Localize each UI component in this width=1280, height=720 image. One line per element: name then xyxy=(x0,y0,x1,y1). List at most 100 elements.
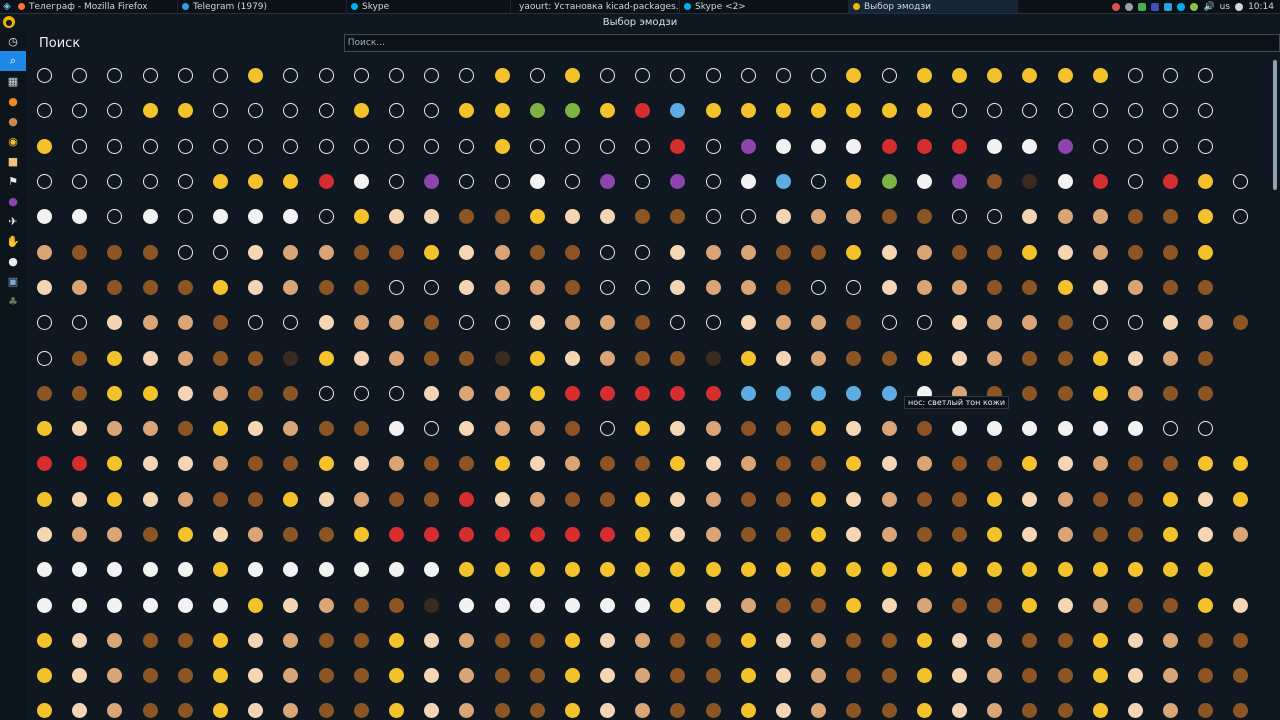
emoji-button[interactable] xyxy=(696,199,731,234)
emoji-button[interactable] xyxy=(1188,234,1223,269)
emoji-button[interactable] xyxy=(1047,587,1082,622)
emoji-button[interactable] xyxy=(836,446,871,481)
emoji-button[interactable] xyxy=(555,376,590,411)
emoji-button[interactable] xyxy=(942,93,977,128)
emoji-button[interactable] xyxy=(872,587,907,622)
emoji-button[interactable] xyxy=(379,234,414,269)
emoji-button[interactable] xyxy=(309,340,344,375)
emoji-button[interactable] xyxy=(1223,482,1258,517)
emoji-button[interactable] xyxy=(872,93,907,128)
emoji-button[interactable] xyxy=(1047,340,1082,375)
telegram-tray-icon[interactable] xyxy=(1164,2,1173,11)
emoji-button[interactable] xyxy=(836,270,871,305)
emoji-button[interactable] xyxy=(696,93,731,128)
emoji-button[interactable] xyxy=(590,234,625,269)
emoji-button[interactable] xyxy=(203,164,238,199)
emoji-button[interactable] xyxy=(1083,517,1118,552)
emoji-button[interactable] xyxy=(660,658,695,693)
emoji-button[interactable] xyxy=(660,129,695,164)
emoji-button[interactable] xyxy=(1188,199,1223,234)
emoji-button[interactable] xyxy=(27,623,62,658)
emoji-button[interactable] xyxy=(731,482,766,517)
emoji-button[interactable] xyxy=(414,58,449,93)
emoji-button[interactable] xyxy=(1047,693,1082,720)
emoji-button[interactable] xyxy=(731,658,766,693)
emoji-button[interactable] xyxy=(1083,129,1118,164)
emoji-button[interactable] xyxy=(168,446,203,481)
emoji-button[interactable] xyxy=(942,305,977,340)
emoji-button[interactable] xyxy=(1083,658,1118,693)
emoji-button[interactable] xyxy=(309,58,344,93)
emoji-button[interactable] xyxy=(731,129,766,164)
emoji-button[interactable] xyxy=(203,693,238,720)
taskbar-item[interactable]: Skype <2> xyxy=(680,0,849,13)
emoji-button[interactable] xyxy=(977,446,1012,481)
emoji-button[interactable] xyxy=(907,587,942,622)
emoji-button[interactable] xyxy=(449,376,484,411)
emoji-button[interactable] xyxy=(62,693,97,720)
emoji-button[interactable] xyxy=(414,93,449,128)
emoji-button[interactable] xyxy=(872,658,907,693)
emoji-button[interactable] xyxy=(977,517,1012,552)
emoji-button[interactable] xyxy=(625,58,660,93)
emoji-button[interactable] xyxy=(520,129,555,164)
emoji-button[interactable] xyxy=(907,446,942,481)
emoji-button[interactable] xyxy=(942,552,977,587)
emoji-button[interactable] xyxy=(1083,587,1118,622)
emoji-button[interactable] xyxy=(731,587,766,622)
emoji-button[interactable] xyxy=(344,587,379,622)
emoji-button[interactable] xyxy=(836,376,871,411)
emoji-button[interactable] xyxy=(555,270,590,305)
emoji-button[interactable] xyxy=(1118,552,1153,587)
emoji-button[interactable] xyxy=(168,129,203,164)
emoji-button[interactable] xyxy=(801,340,836,375)
emoji-button[interactable] xyxy=(625,411,660,446)
emoji-button[interactable] xyxy=(625,129,660,164)
emoji-button[interactable] xyxy=(907,234,942,269)
emoji-button[interactable] xyxy=(449,623,484,658)
emoji-button[interactable] xyxy=(766,164,801,199)
emoji-button[interactable] xyxy=(731,305,766,340)
emoji-button[interactable] xyxy=(696,482,731,517)
emoji-button[interactable] xyxy=(977,93,1012,128)
emoji-button[interactable] xyxy=(1012,517,1047,552)
emoji-button[interactable] xyxy=(1047,93,1082,128)
emoji-button[interactable] xyxy=(344,693,379,720)
emoji-button[interactable] xyxy=(907,129,942,164)
emoji-button[interactable] xyxy=(484,411,519,446)
emoji-button[interactable] xyxy=(484,552,519,587)
emoji-button[interactable] xyxy=(133,517,168,552)
emoji-button[interactable] xyxy=(766,517,801,552)
emoji-button[interactable] xyxy=(238,552,273,587)
emoji-button[interactable] xyxy=(309,623,344,658)
emoji-button[interactable] xyxy=(97,164,132,199)
keyboard-layout[interactable]: us xyxy=(1220,2,1230,12)
emoji-button[interactable] xyxy=(414,482,449,517)
emoji-button[interactable] xyxy=(625,340,660,375)
emoji-button[interactable] xyxy=(133,305,168,340)
updates-icon[interactable] xyxy=(1235,2,1244,11)
emoji-button[interactable] xyxy=(1047,446,1082,481)
emoji-button[interactable] xyxy=(520,446,555,481)
emoji-button[interactable] xyxy=(1223,305,1258,340)
emoji-button[interactable] xyxy=(449,517,484,552)
emoji-button[interactable] xyxy=(696,446,731,481)
emoji-button[interactable] xyxy=(27,446,62,481)
emoji-button[interactable] xyxy=(62,587,97,622)
emoji-button[interactable] xyxy=(309,305,344,340)
emoji-button[interactable] xyxy=(1083,93,1118,128)
emoji-button[interactable] xyxy=(731,376,766,411)
emoji-button[interactable] xyxy=(273,93,308,128)
emoji-button[interactable] xyxy=(1188,658,1223,693)
emoji-button[interactable] xyxy=(696,129,731,164)
emoji-button[interactable] xyxy=(1153,340,1188,375)
emoji-button[interactable] xyxy=(555,340,590,375)
emoji-button[interactable] xyxy=(449,129,484,164)
emoji-button[interactable] xyxy=(1223,658,1258,693)
emoji-button[interactable] xyxy=(1047,658,1082,693)
emoji-button[interactable] xyxy=(238,340,273,375)
volume-icon[interactable]: 🔊 xyxy=(1203,2,1214,12)
emoji-button[interactable] xyxy=(872,58,907,93)
emoji-button[interactable] xyxy=(520,658,555,693)
emoji-button[interactable] xyxy=(62,199,97,234)
